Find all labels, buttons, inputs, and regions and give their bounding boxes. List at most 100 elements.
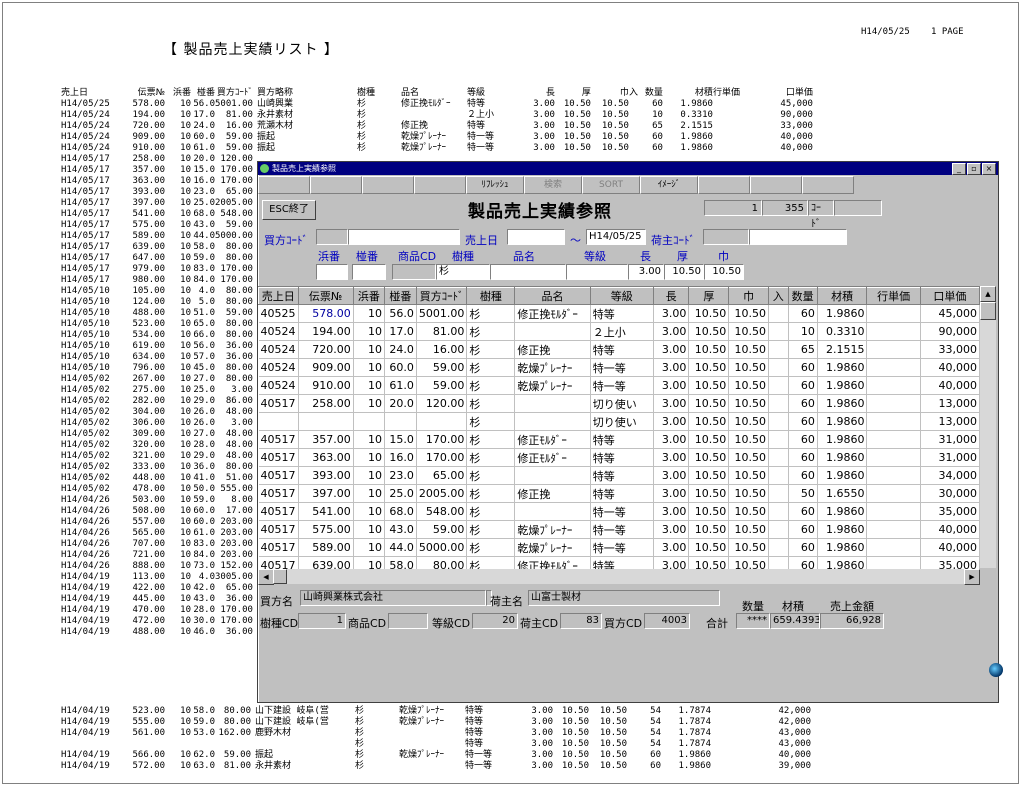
grid-cell[interactable]: 3.00: [653, 538, 690, 557]
grid-cell[interactable]: 60: [788, 538, 818, 557]
grid-cell[interactable]: 10.50: [728, 376, 769, 395]
grid-cell[interactable]: 1.6550: [817, 484, 868, 503]
grid-cell[interactable]: 10: [788, 322, 818, 341]
grid-cell[interactable]: [866, 340, 921, 359]
toolbar-button-4[interactable]: [414, 176, 466, 194]
grid-cell[interactable]: 60: [788, 466, 818, 485]
grid-cell[interactable]: 杉: [466, 412, 516, 431]
grid-cell[interactable]: 1.9860: [817, 466, 868, 485]
grid-cell[interactable]: 10.50: [728, 304, 769, 323]
grid-cell[interactable]: 10.50: [728, 448, 769, 467]
grid-cell[interactable]: 10: [353, 430, 385, 449]
grid-cell[interactable]: 59.00: [416, 358, 468, 377]
grid-cell[interactable]: 59.00: [416, 376, 468, 395]
grid-cell[interactable]: 10.50: [688, 538, 730, 557]
grid-cell[interactable]: 杉: [466, 556, 516, 569]
grid-cell[interactable]: 45,000: [920, 304, 980, 323]
grid-cell[interactable]: 40,000: [920, 376, 980, 395]
esc-exit-button[interactable]: ESC終了: [262, 200, 316, 220]
results-grid[interactable]: 売上日 伝票№ 浜番 椪番 買方ｺｰﾄﾞ 樹種 品名 等級長厚巾入数量 材積 行単価 口単価 405…: [258, 286, 980, 569]
grid-cell[interactable]: 3.00: [653, 484, 690, 503]
grid-cell[interactable]: 10: [353, 484, 385, 503]
grid-cell[interactable]: 杉: [466, 358, 516, 377]
grid-row[interactable]: 杉切り使い 3.00 10.50 10.50 60 1.9860 13,000: [258, 412, 980, 431]
grid-cell[interactable]: 60.0: [384, 358, 417, 377]
grid-cell[interactable]: 10.50: [728, 394, 769, 413]
grid-cell[interactable]: 23.0: [384, 466, 417, 485]
toolbar-button-10[interactable]: [750, 176, 802, 194]
grid-cell[interactable]: 40,000: [920, 520, 980, 539]
grid-cell[interactable]: 34,000: [920, 466, 980, 485]
grid-header-cell[interactable]: 口単価: [919, 287, 980, 305]
grid-cell[interactable]: 43.0: [384, 520, 417, 539]
sale-date-from-input[interactable]: [507, 229, 565, 245]
grid-cell[interactable]: 31,000: [920, 448, 980, 467]
grid-cell[interactable]: 120.00: [416, 394, 468, 413]
grid-cell[interactable]: 60: [788, 556, 818, 569]
grid-cell[interactable]: 30,000: [920, 484, 980, 503]
grid-cell[interactable]: 1.9860: [817, 430, 868, 449]
grid-cell[interactable]: [514, 502, 591, 521]
grid-cell[interactable]: 40524: [258, 358, 299, 377]
grid-cell[interactable]: 40,000: [920, 358, 980, 377]
window-titlebar[interactable]: 製品売上実績参照 _ ▫ ×: [258, 162, 998, 175]
grid-row[interactable]: 40524 194.00 10 17.0 81.00 杉 ２上小 3.00 10.50 10.50…: [258, 322, 980, 341]
grid-cell[interactable]: 10.50: [688, 556, 730, 569]
grid-cell[interactable]: 修正挽ﾓﾙﾀﾞｰ: [514, 304, 591, 323]
grid-cell[interactable]: [514, 394, 591, 413]
grid-cell[interactable]: 393.00: [298, 466, 354, 485]
grid-cell[interactable]: [298, 412, 354, 431]
grid-cell[interactable]: [768, 556, 789, 569]
grid-cell[interactable]: 特等: [590, 556, 654, 569]
grid-cell[interactable]: 170.00: [416, 430, 468, 449]
grid-cell[interactable]: 10.50: [728, 358, 769, 377]
grid-cell[interactable]: 10.50: [728, 412, 769, 431]
grid-cell[interactable]: [866, 556, 921, 569]
grid-cell[interactable]: 修正ﾓﾙﾀﾞｰ: [514, 448, 591, 467]
grid-cell[interactable]: 10.50: [688, 430, 730, 449]
grid-cell[interactable]: 杉: [466, 430, 516, 449]
grid-cell[interactable]: 33,000: [920, 340, 980, 359]
grid-row[interactable]: 40517 397.00 10 25.0 2005.00 杉修正挽 特等 3.00 10.50 1…: [258, 484, 980, 503]
grid-cell[interactable]: 2.1515: [817, 340, 868, 359]
grid-cell[interactable]: 5001.00: [416, 304, 468, 323]
grid-cell[interactable]: 40524: [258, 322, 299, 341]
grid-cell[interactable]: 31,000: [920, 430, 980, 449]
grid-row[interactable]: 40517 393.00 10 23.0 65.00 杉特等 3.00 10.50 10.50 6…: [258, 466, 980, 485]
grid-header-cell[interactable]: 買方ｺｰﾄﾞ: [415, 287, 468, 305]
grid-cell[interactable]: 17.0: [384, 322, 417, 341]
species-input[interactable]: 杉: [436, 264, 490, 280]
grid-cell[interactable]: 10: [353, 448, 385, 467]
thick-input[interactable]: 10.50: [664, 264, 704, 280]
grid-cell[interactable]: 40517: [258, 430, 299, 449]
grid-cell[interactable]: 44.0: [384, 538, 417, 557]
grid-cell[interactable]: 65.00: [416, 466, 468, 485]
grid-cell[interactable]: 特一等: [590, 376, 654, 395]
grade-input[interactable]: [566, 264, 628, 280]
grid-header-cell[interactable]: 入: [767, 287, 789, 305]
grid-cell[interactable]: 10: [353, 538, 385, 557]
grid-cell[interactable]: [258, 412, 299, 431]
grid-row[interactable]: 40517 541.00 10 68.0 548.00 杉特一等 3.00 10.50 10.5…: [258, 502, 980, 521]
grid-cell[interactable]: 10.50: [728, 520, 769, 539]
toolbar-button-11[interactable]: [802, 176, 854, 194]
item-name-input[interactable]: [490, 264, 566, 280]
grid-cell[interactable]: 40525: [258, 304, 299, 323]
grid-cell[interactable]: 40517: [258, 556, 299, 569]
grid-cell[interactable]: 1.9860: [817, 394, 868, 413]
grid-cell[interactable]: 10.50: [688, 502, 730, 521]
grid-cell[interactable]: [866, 466, 921, 485]
minimize-button[interactable]: _: [952, 163, 966, 175]
grid-cell[interactable]: 60: [788, 412, 818, 431]
grid-cell[interactable]: 乾燥ﾌﾟﾚｰﾅｰ: [514, 520, 591, 539]
grid-cell[interactable]: [768, 466, 789, 485]
grid-cell[interactable]: [866, 430, 921, 449]
grid-header-cell[interactable]: 数量: [787, 287, 818, 305]
grid-cell[interactable]: 3.00: [653, 502, 690, 521]
grid-cell[interactable]: 61.0: [384, 376, 417, 395]
grid-cell[interactable]: 548.00: [416, 502, 468, 521]
grid-cell[interactable]: 10.50: [688, 304, 730, 323]
grid-cell[interactable]: 81.00: [416, 322, 468, 341]
grid-cell[interactable]: 10.50: [688, 520, 730, 539]
buyer-code-input[interactable]: [316, 229, 348, 245]
